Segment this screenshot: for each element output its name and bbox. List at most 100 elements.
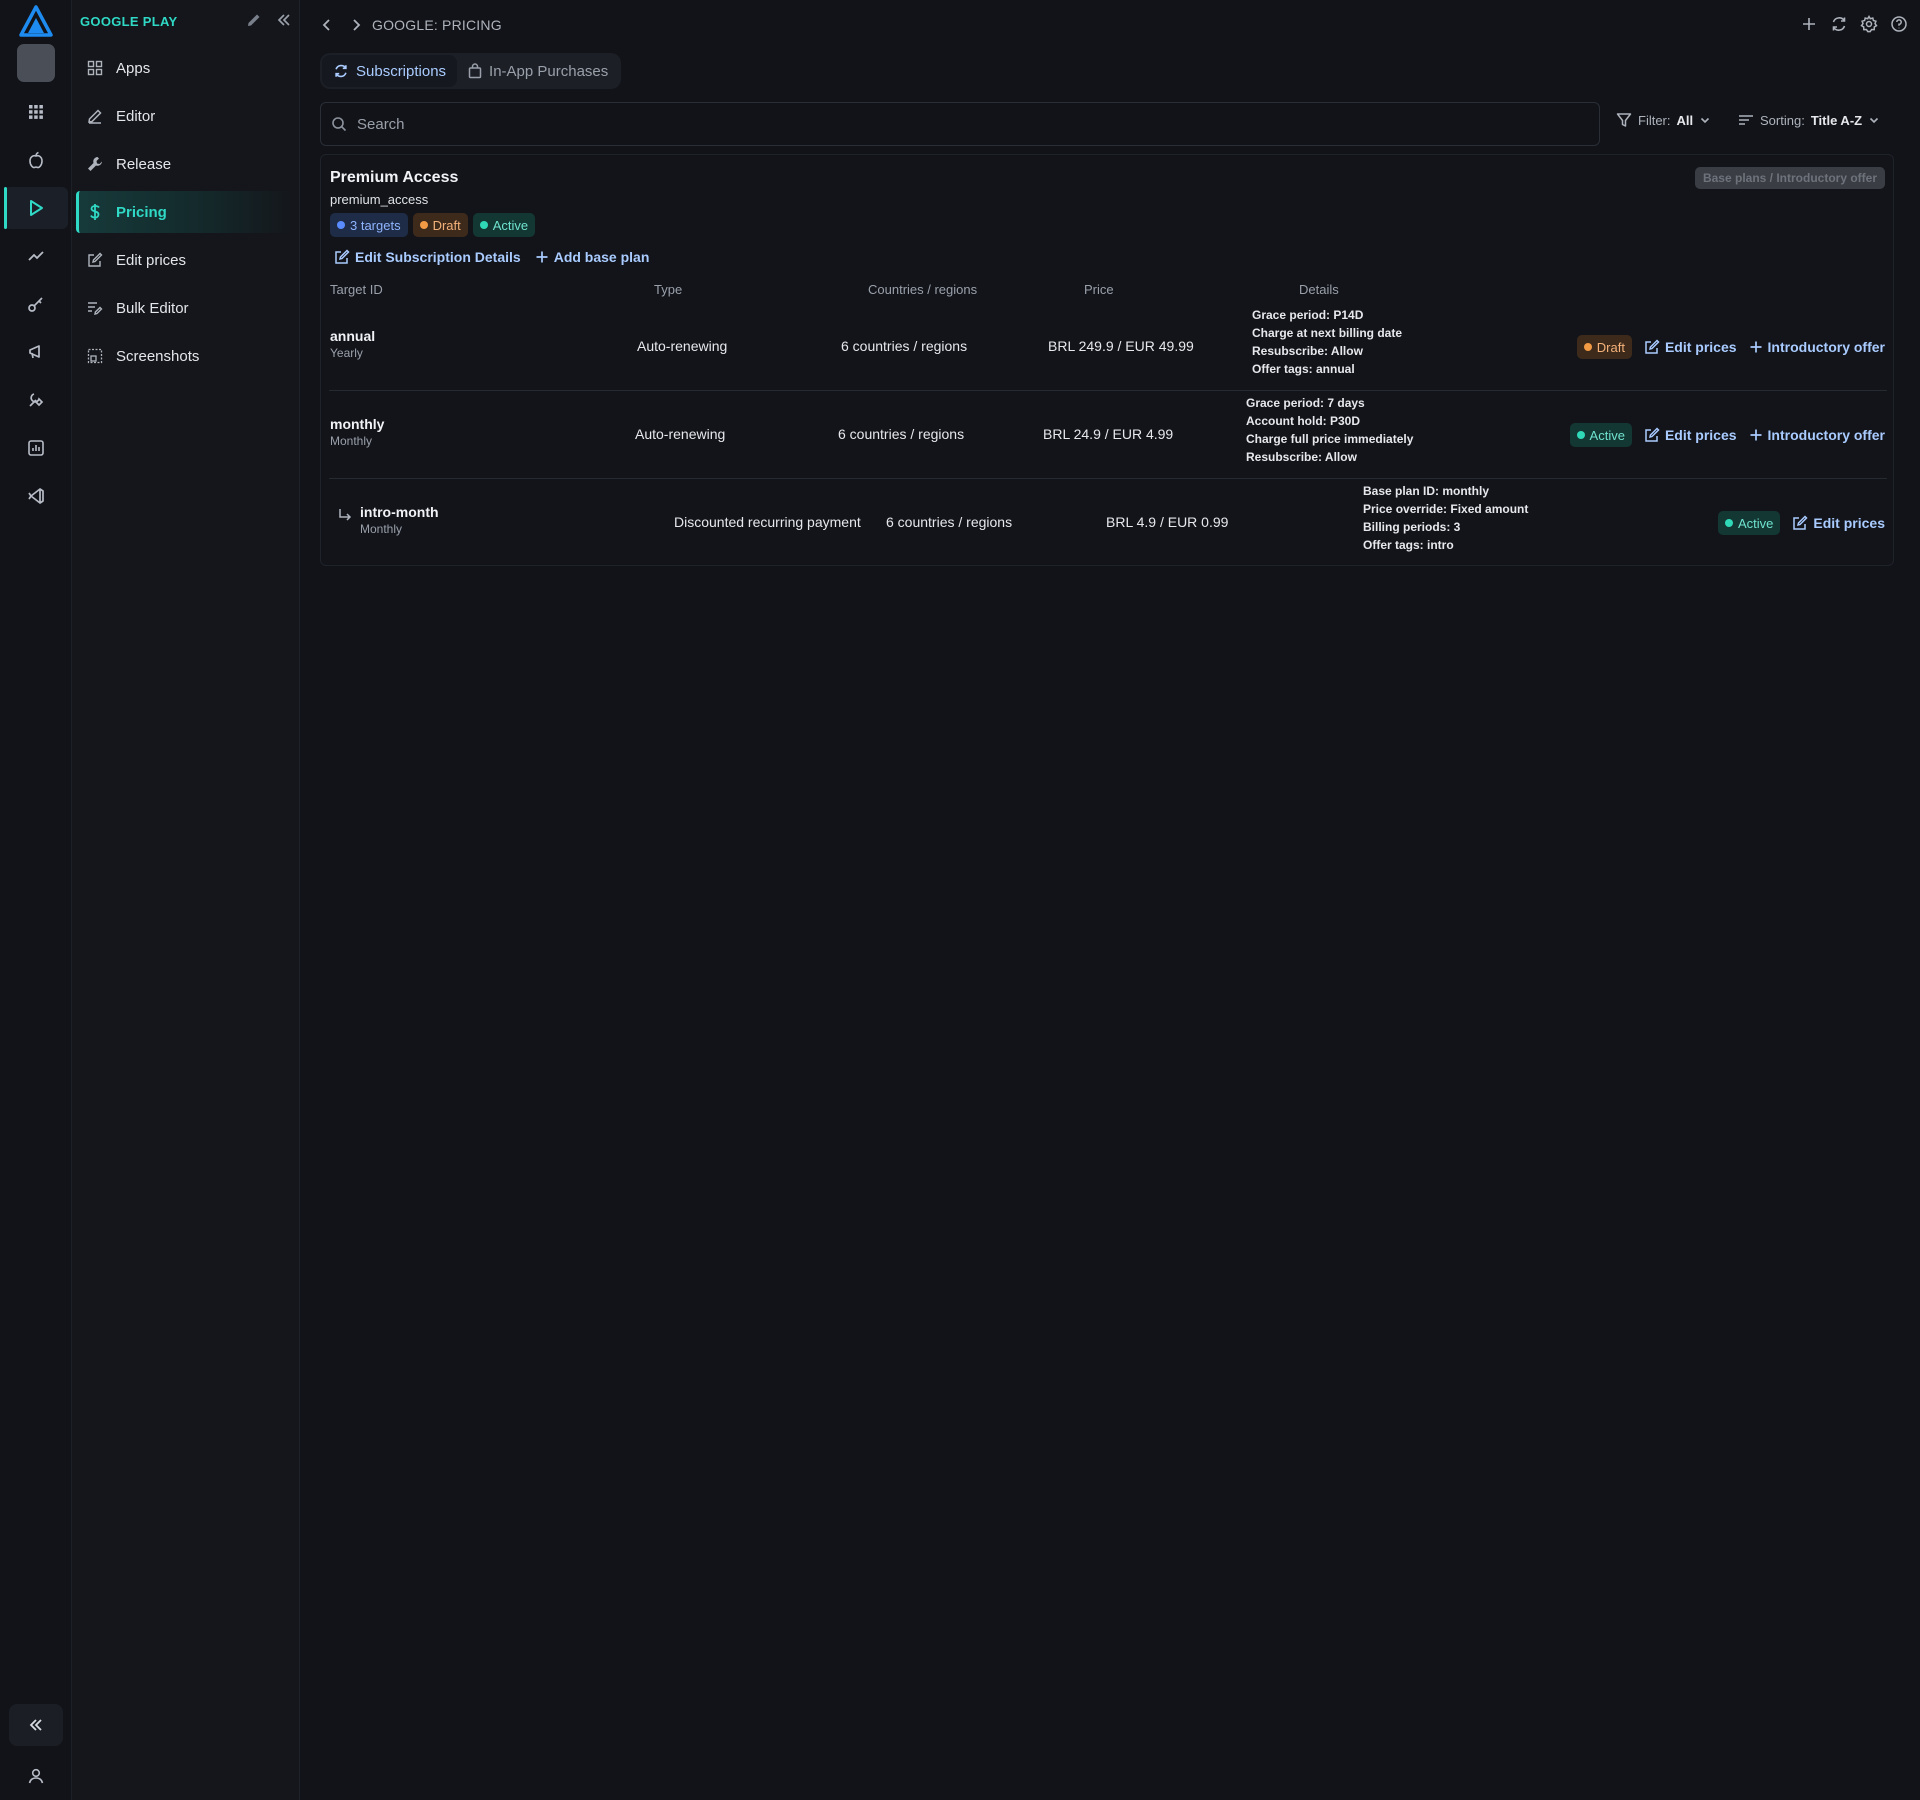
- nav-item-label: Apps: [116, 59, 151, 77]
- nav-item-apps[interactable]: Apps: [76, 47, 294, 89]
- status-badge: Draft: [1576, 335, 1632, 359]
- target-id: intro-month: [360, 504, 439, 520]
- key-icon[interactable]: [16, 284, 56, 324]
- target-id: monthly: [330, 416, 385, 432]
- user-profile-icon[interactable]: [16, 1756, 56, 1796]
- filter-label: Filter:: [1638, 112, 1671, 128]
- search-icon: [331, 116, 347, 132]
- edit-square-icon: [1644, 339, 1660, 355]
- details-cell: Grace period: 7 days Account hold: P30D …: [1246, 396, 1414, 464]
- countries-cell: 6 countries / regions: [838, 426, 965, 442]
- column-header-type: Type: [654, 282, 683, 297]
- nav-item-bulk-editor[interactable]: Bulk Editor: [76, 287, 294, 329]
- edit-pencil-icon[interactable]: [246, 12, 262, 28]
- subscription-actions: Edit Subscription Details Add base plan: [334, 249, 649, 265]
- sorting-dropdown[interactable]: Sorting: Title A-Z: [1738, 112, 1880, 128]
- edit-prices-button[interactable]: Edit prices: [1644, 339, 1737, 355]
- refresh-icon: [333, 63, 349, 79]
- column-header-price: Price: [1084, 282, 1114, 297]
- nav-item-label: Release: [116, 155, 172, 173]
- chevron-down-icon: [1868, 114, 1880, 126]
- edit-prices-button[interactable]: Edit prices: [1792, 515, 1885, 531]
- screenshots-icon: [86, 347, 104, 365]
- megaphone-icon[interactable]: [16, 332, 56, 372]
- search-input[interactable]: [357, 115, 1557, 133]
- bulk-edit-icon: [86, 299, 104, 317]
- app-logo-icon[interactable]: [18, 4, 54, 40]
- sub-item-arrow-icon: [337, 507, 353, 523]
- sorting-label: Sorting:: [1760, 112, 1805, 128]
- analytics-trend-icon[interactable]: [16, 236, 56, 276]
- countries-cell: 6 countries / regions: [841, 338, 968, 354]
- refresh-icon[interactable]: [1830, 15, 1848, 33]
- dashboard-grid-icon[interactable]: [16, 92, 56, 132]
- edit-square-icon: [1792, 515, 1808, 531]
- add-base-plan-button[interactable]: Add base plan: [535, 249, 649, 265]
- target-period: Yearly: [330, 346, 363, 360]
- tools-icon[interactable]: [16, 380, 56, 420]
- plus-icon[interactable]: [1800, 15, 1818, 33]
- countries-cell: 6 countries / regions: [886, 514, 1013, 530]
- nav-item-editor[interactable]: Editor: [76, 95, 294, 137]
- icon-rail: [0, 0, 72, 1800]
- column-header-details: Details: [1299, 282, 1339, 297]
- top-bar: GOOGLE: PRICING: [300, 0, 1920, 50]
- introductory-offer-button[interactable]: Introductory offer: [1749, 339, 1885, 355]
- google-play-icon[interactable]: [16, 188, 56, 228]
- tab-in-app-purchases[interactable]: In-App Purchases: [457, 55, 619, 87]
- edit-prices-button[interactable]: Edit prices: [1644, 427, 1737, 443]
- type-cell: Discounted recurring payment: [674, 514, 861, 530]
- nav-item-pricing[interactable]: Pricing: [76, 191, 294, 233]
- edit-square-icon: [334, 249, 350, 265]
- table-row: intro-month Monthly Discounted recurring…: [329, 479, 1887, 567]
- table-row: annual Yearly Auto-renewing 6 countries …: [329, 303, 1887, 391]
- nav-item-edit-prices[interactable]: Edit prices: [76, 239, 294, 281]
- row-actions: Active Edit prices Introductory offer: [1569, 423, 1885, 447]
- introductory-offer-button[interactable]: Introductory offer: [1749, 427, 1885, 443]
- nav-item-release[interactable]: Release: [76, 143, 294, 185]
- tab-subscriptions[interactable]: Subscriptions: [322, 55, 458, 87]
- sort-lines-icon: [1738, 112, 1754, 128]
- workspace-avatar[interactable]: [17, 44, 55, 82]
- help-icon[interactable]: [1890, 15, 1908, 33]
- collapse-rail-button[interactable]: [9, 1704, 63, 1746]
- row-actions: Draft Edit prices Introductory offer: [1576, 335, 1885, 359]
- gear-icon[interactable]: [1860, 15, 1878, 33]
- nav-item-label: Edit prices: [116, 251, 187, 269]
- reports-icon[interactable]: [16, 428, 56, 468]
- target-id: annual: [330, 328, 376, 344]
- subscription-card: Premium Access premium_access Base plans…: [320, 154, 1894, 566]
- dollar-icon: [86, 203, 104, 221]
- subscription-id: premium_access: [330, 192, 429, 207]
- nav-sidebar: GOOGLE PLAY Apps Editor Release Pricing …: [72, 0, 300, 1800]
- details-cell: Grace period: P14D Charge at next billin…: [1252, 308, 1403, 376]
- subscription-badges: 3 targets Draft Active: [330, 213, 536, 237]
- target-id-cell: monthly Monthly: [330, 416, 384, 448]
- chevron-down-icon: [1699, 114, 1711, 126]
- target-period: Monthly: [360, 522, 403, 536]
- tab-label: In-App Purchases: [489, 62, 609, 80]
- filter-value: All: [1676, 112, 1694, 128]
- apple-icon[interactable]: [16, 140, 56, 180]
- column-header-target-id: Target ID: [330, 282, 383, 297]
- plus-icon: [535, 250, 549, 264]
- tab-label: Subscriptions: [356, 62, 447, 80]
- pencil-icon: [86, 107, 104, 125]
- forward-chevron-icon[interactable]: [349, 16, 363, 34]
- plus-icon: [1749, 428, 1763, 442]
- filter-dropdown[interactable]: Filter: All: [1616, 112, 1711, 128]
- edit-square-icon: [1644, 427, 1660, 443]
- sorting-value: Title A-Z: [1810, 112, 1863, 128]
- nav-item-screenshots[interactable]: Screenshots: [76, 335, 294, 377]
- plus-icon: [1749, 340, 1763, 354]
- draft-badge: Draft: [412, 213, 468, 237]
- status-badge: Active: [1718, 511, 1781, 535]
- type-cell: Auto-renewing: [635, 426, 726, 442]
- column-header-countries: Countries / regions: [868, 282, 978, 297]
- back-chevron-icon[interactable]: [320, 16, 334, 34]
- vscode-icon[interactable]: [16, 476, 56, 516]
- collapse-sidebar-icon[interactable]: [276, 12, 292, 28]
- row-actions: Active Edit prices: [1718, 511, 1885, 535]
- edit-subscription-details-button[interactable]: Edit Subscription Details: [334, 249, 521, 265]
- apps-grid-icon: [86, 59, 104, 77]
